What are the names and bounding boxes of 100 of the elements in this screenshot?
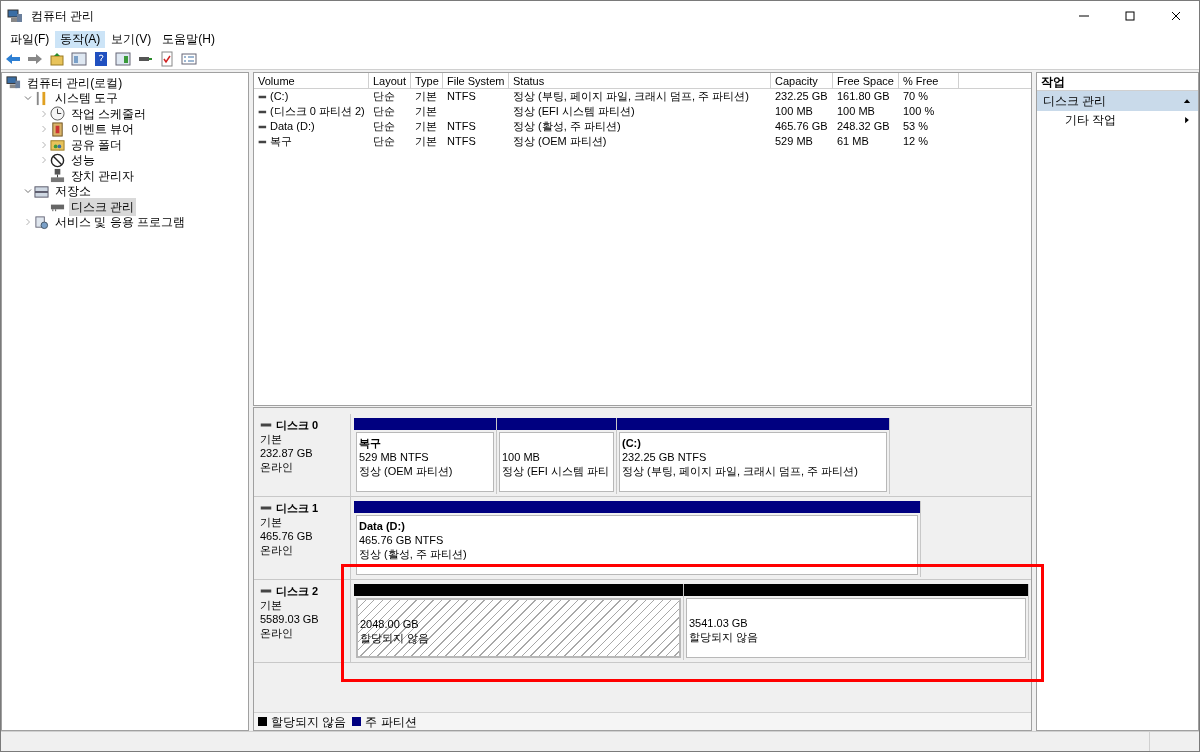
column-header[interactable]: Layout xyxy=(369,73,411,88)
action-pane-icon[interactable] xyxy=(115,50,131,67)
console-tree-icon[interactable] xyxy=(71,50,87,67)
computer-icon xyxy=(6,75,21,91)
partition-block[interactable]: 3541.03 GB 할당되지 않음 xyxy=(686,598,1026,658)
disk-name: 디스크 1 xyxy=(276,501,319,515)
disk-status: 온라인 xyxy=(260,543,294,557)
partition-block[interactable]: 복구 529 MB NTFS 정상 (OEM 파티션) xyxy=(356,432,494,492)
table-cell: 단순 xyxy=(373,104,395,119)
help-icon[interactable] xyxy=(93,50,109,67)
partition-block[interactable]: 2048.00 GB 할당되지 않음 xyxy=(356,598,681,658)
partition-size: 232.25 GB NTFS xyxy=(622,450,708,464)
table-cell: 기본 xyxy=(415,119,437,134)
table-cell: NTFS xyxy=(447,89,476,104)
action-item[interactable]: 기타 작업 xyxy=(1037,111,1198,129)
table-cell: 기본 xyxy=(415,89,437,104)
partition-title: (C:) xyxy=(622,436,642,450)
actions-section-header[interactable]: 디스크 관리 xyxy=(1037,91,1198,111)
disk-type: 기본 xyxy=(260,598,283,612)
disk-status: 온라인 xyxy=(260,626,294,640)
partition-block[interactable]: Data (D:) 465.76 GB NTFS 정상 (활성, 주 파티션) xyxy=(356,515,918,575)
table-cell: 61 MB xyxy=(837,134,869,149)
table-cell: (C:) xyxy=(270,89,289,104)
table-cell: 12 % xyxy=(903,134,929,149)
table-cell: 100 MB xyxy=(775,104,813,119)
table-cell: 529 MB xyxy=(775,134,813,149)
column-header[interactable]: % Free xyxy=(899,73,959,88)
column-header[interactable]: Status xyxy=(509,73,771,88)
partition-status: 할당되지 않음 xyxy=(689,630,760,644)
column-header[interactable]: Capacity xyxy=(771,73,833,88)
partition-title: 복구 xyxy=(359,436,382,450)
storage-icon xyxy=(34,183,49,199)
column-header[interactable]: Type xyxy=(411,73,443,88)
disk-name: 디스크 0 xyxy=(276,418,319,432)
prohibited-icon xyxy=(50,152,65,168)
menu-item[interactable]: 동작(A) xyxy=(55,31,106,48)
disk-type: 기본 xyxy=(260,432,283,446)
services-icon xyxy=(34,214,49,230)
table-cell: 정상 (활성, 주 파티션) xyxy=(513,119,621,134)
table-cell: 정상 (부팅, 페이지 파일, 크래시 덤프, 주 파티션) xyxy=(513,89,749,104)
table-cell: 70 % xyxy=(903,89,929,104)
partition-block[interactable]: (C:) 232.25 GB NTFS 정상 (부팅, 페이지 파일, 크래시 덤프, 주 파티션) xyxy=(619,432,887,492)
tree-item[interactable]: 컴퓨터 관리(로컬) xyxy=(25,73,125,92)
column-header[interactable]: Free Space xyxy=(833,73,899,88)
table-cell: 복구 xyxy=(270,134,292,149)
disk-status: 온라인 xyxy=(260,460,294,474)
table-cell: 정상 (OEM 파티션) xyxy=(513,134,607,149)
table-cell: 100 % xyxy=(903,104,935,119)
menu-item[interactable]: 파일(F) xyxy=(5,31,55,48)
disk-type: 기본 xyxy=(260,515,283,529)
clock-icon xyxy=(50,106,65,122)
section-title: 디스크 관리 xyxy=(1043,93,1107,110)
table-cell: 100 MB xyxy=(837,104,875,119)
partition-title: Data (D:) xyxy=(359,519,406,533)
table-cell: 465.76 GB xyxy=(775,119,828,134)
partition-status: 할당되지 않음 xyxy=(360,631,431,645)
table-cell: 단순 xyxy=(373,119,395,134)
partition-status: 정상 (활성, 주 파티션) xyxy=(359,547,468,561)
tree-item[interactable]: 디스크 관리 xyxy=(69,197,137,216)
legend-label: 주 파티션 xyxy=(365,713,417,731)
checklist-icon[interactable] xyxy=(159,50,175,67)
properties-icon[interactable] xyxy=(181,50,197,67)
table-cell: NTFS xyxy=(447,134,476,149)
table-cell: 단순 xyxy=(373,89,395,104)
partition-size: 100 MB xyxy=(502,450,541,464)
partition-size: 3541.03 GB xyxy=(689,616,749,630)
table-cell: 정상 (EFI 시스템 파티션) xyxy=(513,104,635,119)
table-cell: 232.25 GB xyxy=(775,89,828,104)
table-cell: 기본 xyxy=(415,104,437,119)
table-cell: (디스크 0 파티션 2) xyxy=(270,104,365,119)
partition-status: 정상 (OEM 파티션) xyxy=(359,464,454,478)
partition-size: 465.76 GB NTFS xyxy=(359,533,445,547)
shared-folder-icon xyxy=(50,137,65,153)
legend-label: 할당되지 않음 xyxy=(271,713,347,731)
window-title: 컴퓨터 관리 xyxy=(31,8,95,25)
column-header[interactable]: File System xyxy=(443,73,509,88)
disk-size: 5589.03 GB xyxy=(260,612,320,626)
partition-status: 정상 (EFI 시스템 파티 xyxy=(502,464,610,478)
event-log-icon xyxy=(50,121,65,137)
table-cell: 161.80 GB xyxy=(837,89,890,104)
table-cell: 53 % xyxy=(903,119,929,134)
table-cell: NTFS xyxy=(447,119,476,134)
partition-size: 529 MB NTFS xyxy=(359,450,430,464)
tree-item[interactable]: 서비스 및 응용 프로그램 xyxy=(53,213,187,232)
disk-size: 232.87 GB xyxy=(260,446,314,460)
up-folder-icon[interactable] xyxy=(49,50,65,67)
table-cell: 248.32 GB xyxy=(837,119,890,134)
menu-item[interactable]: 보기(V) xyxy=(106,31,157,48)
table-cell: 기본 xyxy=(415,134,437,149)
table-cell: Data (D:) xyxy=(270,119,315,134)
disk-size: 465.76 GB xyxy=(260,529,314,543)
partition-block[interactable]: 100 MB 정상 (EFI 시스템 파티 xyxy=(499,432,614,492)
disk-name: 디스크 2 xyxy=(276,584,319,598)
action-label: 기타 작업 xyxy=(1065,112,1117,129)
menu-item[interactable]: 도움말(H) xyxy=(157,31,220,48)
partition-size: 2048.00 GB xyxy=(360,617,420,631)
table-cell: 단순 xyxy=(373,134,395,149)
column-header[interactable]: Volume xyxy=(254,73,369,88)
partition-status: 정상 (부팅, 페이지 파일, 크래시 덤프, 주 파티션) xyxy=(622,464,859,478)
device-manager-icon xyxy=(50,168,65,184)
